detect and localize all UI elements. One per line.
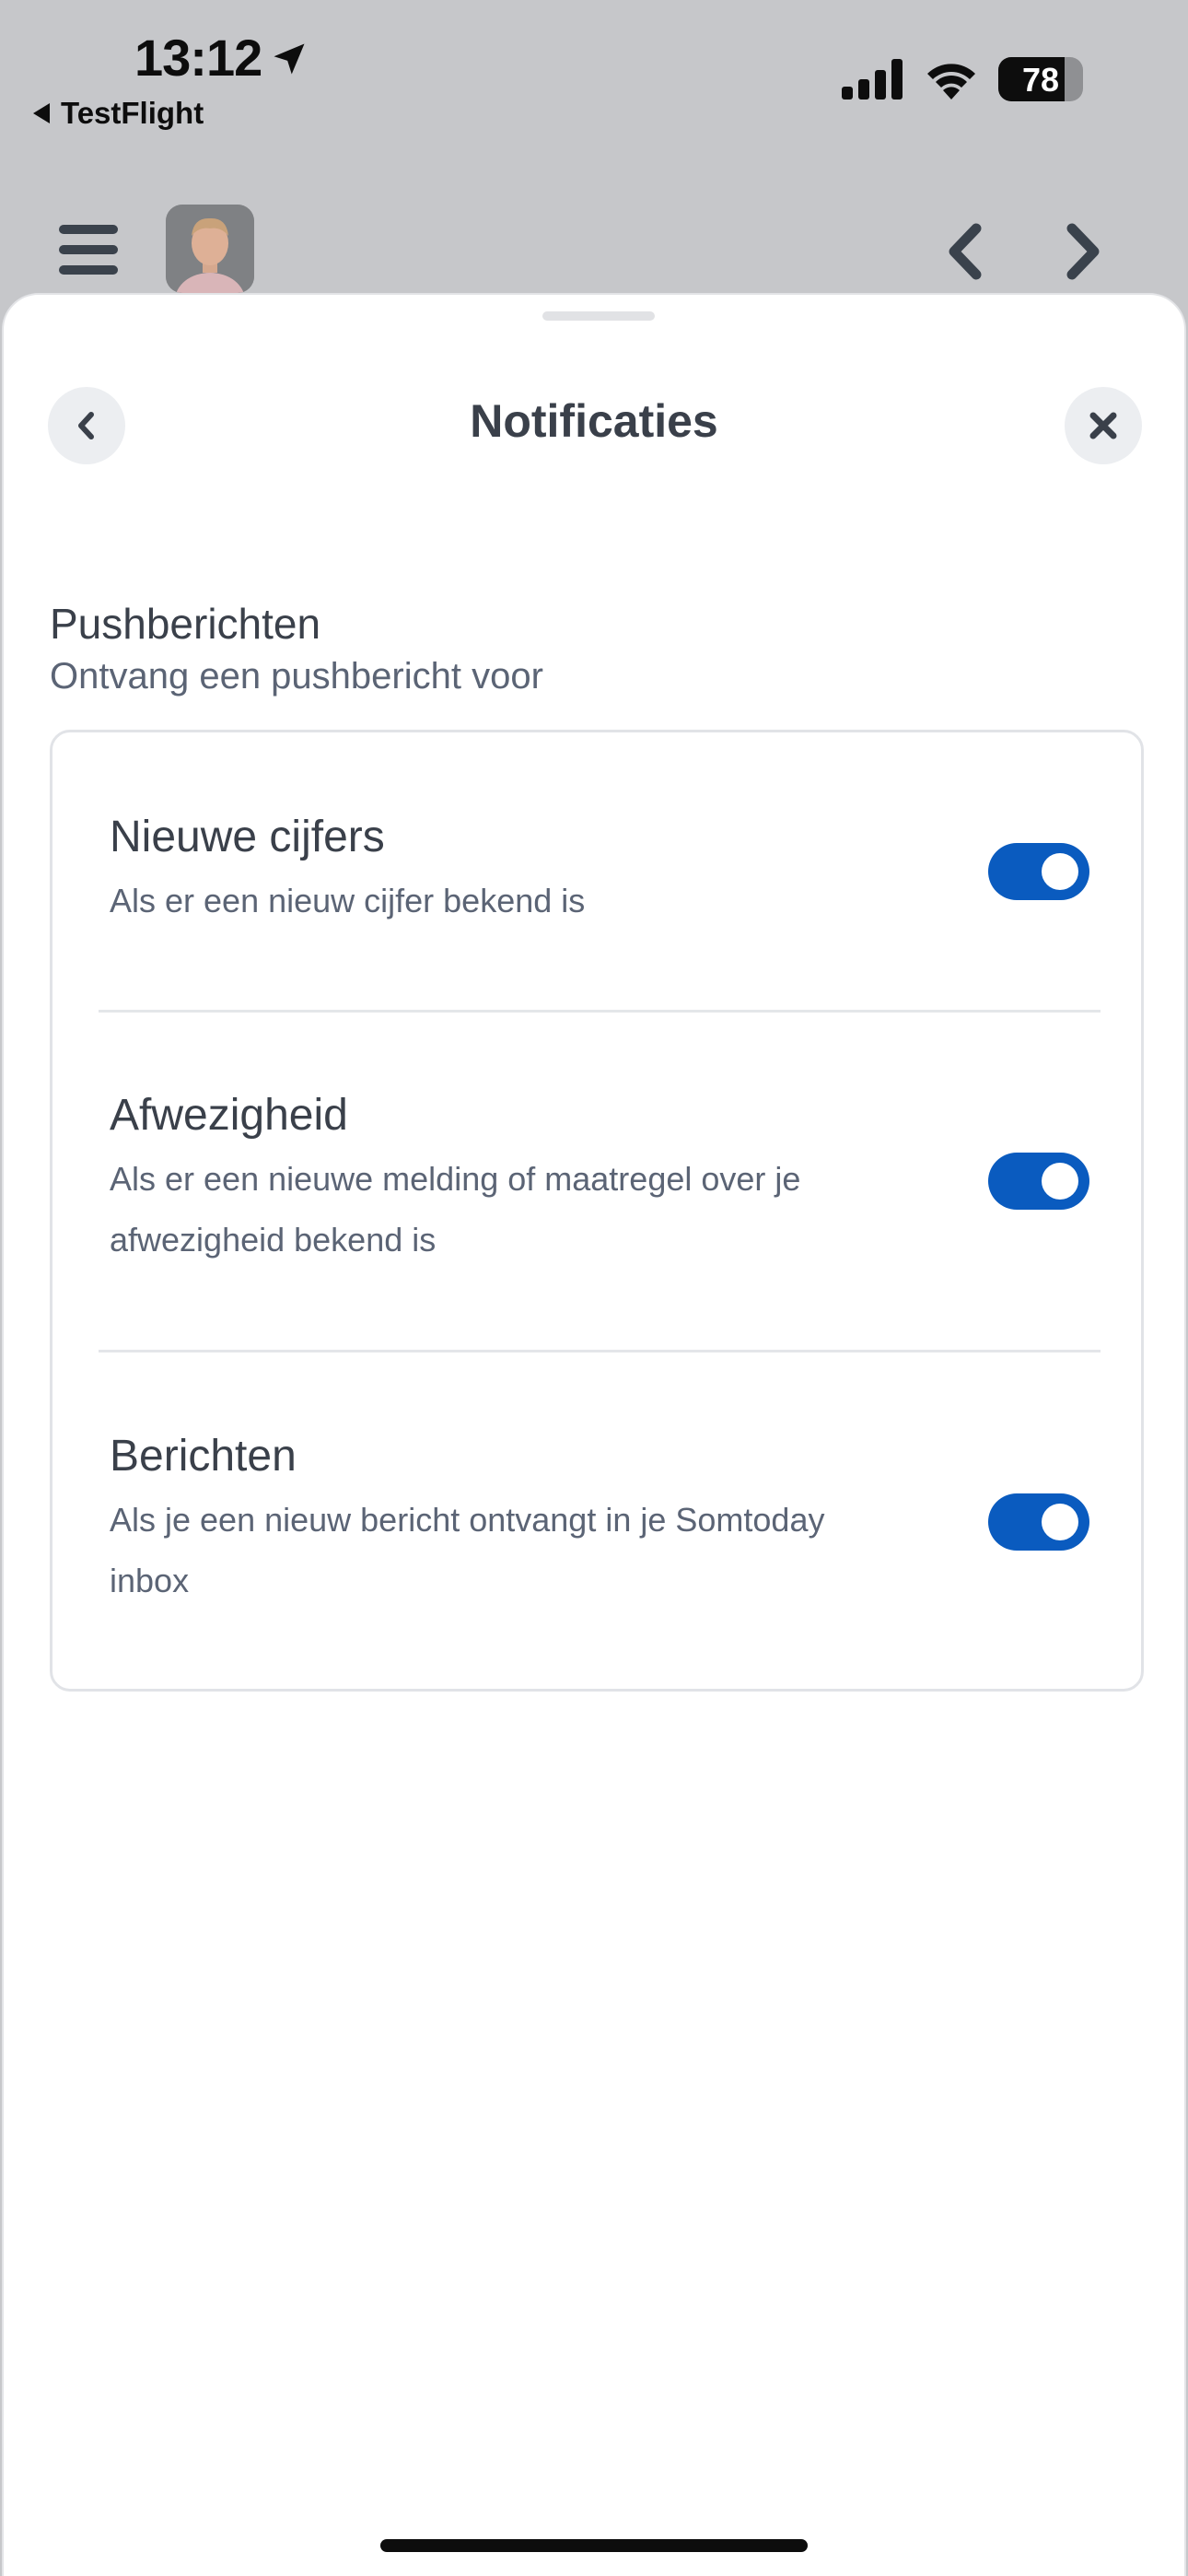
hamburger-menu-icon[interactable]	[59, 225, 118, 275]
notification-settings-card: Nieuwe cijfers Als er een nieuw cijfer b…	[50, 730, 1144, 1692]
setting-row-nieuwe-cijfers: Nieuwe cijfers Als er een nieuw cijfer b…	[52, 732, 1141, 1013]
cellular-signal-icon	[842, 59, 903, 100]
location-arrow-icon	[274, 43, 305, 75]
toggle-afwezigheid[interactable]	[988, 1153, 1089, 1210]
divider	[99, 1350, 1101, 1352]
battery-indicator: 78	[998, 57, 1083, 101]
back-app-label: TestFlight	[61, 96, 204, 130]
toggle-berichten[interactable]	[988, 1493, 1089, 1551]
section-subtitle: Ontvang een pushbericht voor	[50, 656, 543, 697]
toggle-knob	[1042, 1504, 1078, 1540]
status-time: 13:12	[134, 29, 262, 87]
home-indicator	[380, 2539, 808, 2552]
setting-title: Berichten	[110, 1432, 297, 1481]
back-triangle-icon	[33, 103, 50, 123]
back-to-app-link[interactable]: TestFlight	[33, 96, 204, 131]
avatar-image	[166, 205, 254, 293]
setting-description: Als er een nieuw cijfer bekend is	[110, 882, 586, 919]
toggle-knob	[1042, 853, 1078, 890]
section-title: Pushberichten	[50, 600, 321, 648]
setting-title: Nieuwe cijfers	[110, 813, 385, 861]
battery-percent: 78	[1021, 61, 1060, 99]
setting-row-berichten: Berichten Als je een nieuw bericht ontva…	[52, 1353, 1141, 1694]
toggle-nieuwe-cijfers[interactable]	[988, 843, 1089, 900]
sheet-grabber[interactable]	[542, 311, 655, 321]
notifications-sheet: Notificaties Pushberichten Ontvang een p…	[2, 293, 1186, 2576]
close-button[interactable]	[1065, 387, 1142, 464]
setting-description: Als je een nieuw bericht ontvangt in je …	[110, 1501, 825, 1599]
screen: 13:12 TestFlight 78 Notificaties Pushber…	[0, 0, 1188, 2576]
avatar[interactable]	[166, 205, 254, 293]
page-title: Notificaties	[470, 395, 718, 447]
chevron-left-icon[interactable]	[938, 219, 993, 284]
toggle-knob	[1042, 1163, 1078, 1200]
status-bar: 13:12 TestFlight 78	[0, 0, 1188, 138]
setting-title: Afwezigheid	[110, 1091, 348, 1140]
wifi-icon	[927, 64, 975, 100]
chevron-right-icon[interactable]	[1055, 219, 1111, 284]
setting-row-afwezigheid: Afwezigheid Als er een nieuwe melding of…	[52, 1013, 1141, 1353]
close-icon	[1089, 412, 1117, 439]
battery-cap	[1072, 71, 1079, 88]
setting-description: Als er een nieuwe melding of maatregel o…	[110, 1160, 801, 1259]
